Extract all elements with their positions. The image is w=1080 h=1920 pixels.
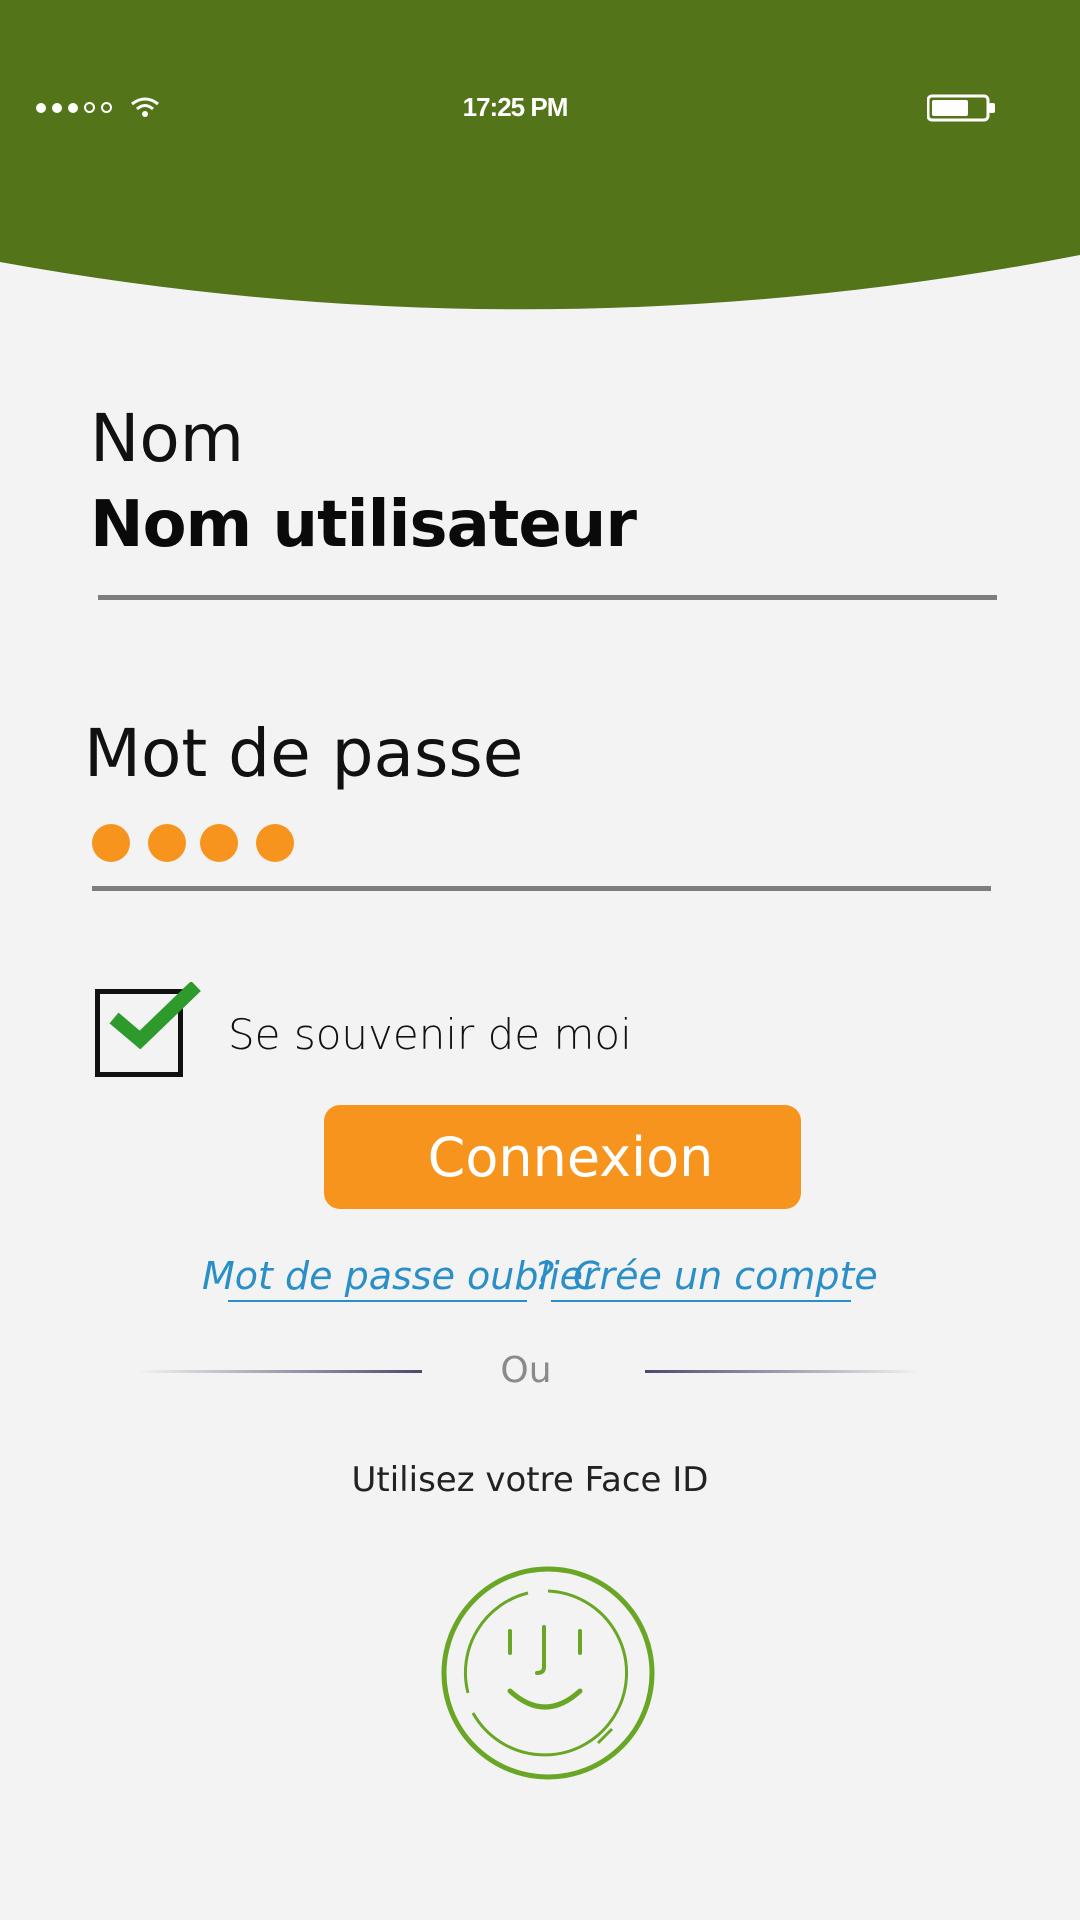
face-id-prompt: Utilisez votre Face ID [351,1460,709,1500]
username-field[interactable]: Nom utilisateur [90,488,637,562]
password-dot [256,824,294,862]
status-time: 17:25 PM [462,92,569,122]
divider-line-right [645,1370,920,1373]
status-bar: 17:25 PM [0,80,1080,140]
login-screen: 17:25 PM Nom Nom utilisateur Mot de pass… [0,0,1080,1920]
create-link-underline [551,1300,851,1302]
links-separator: ? [534,1254,555,1298]
password-dot [148,824,186,862]
name-label: Nom [90,400,245,477]
battery-icon [927,94,995,122]
wifi-icon [131,97,159,117]
signal-dots-icon [36,102,112,113]
header-background [0,0,1080,310]
password-field[interactable] [92,824,294,862]
remember-me-label[interactable]: Se souvenir de moi [228,1010,632,1059]
password-dot [200,824,238,862]
checkmark-icon [109,982,201,1050]
login-button[interactable]: Connexion [324,1105,801,1209]
divider-line-left [138,1370,422,1373]
username-underline [98,595,997,600]
or-divider-text: Ou [500,1350,552,1391]
password-underline [92,886,991,891]
forgot-link-underline [228,1300,527,1302]
account-links: Mot de passe oublier ? Crée un compte [0,1254,1080,1314]
password-dot [92,824,130,862]
create-account-link[interactable]: Crée un compte [573,1254,878,1298]
face-id-icon[interactable] [438,1563,658,1783]
password-label: Mot de passe [84,715,524,792]
